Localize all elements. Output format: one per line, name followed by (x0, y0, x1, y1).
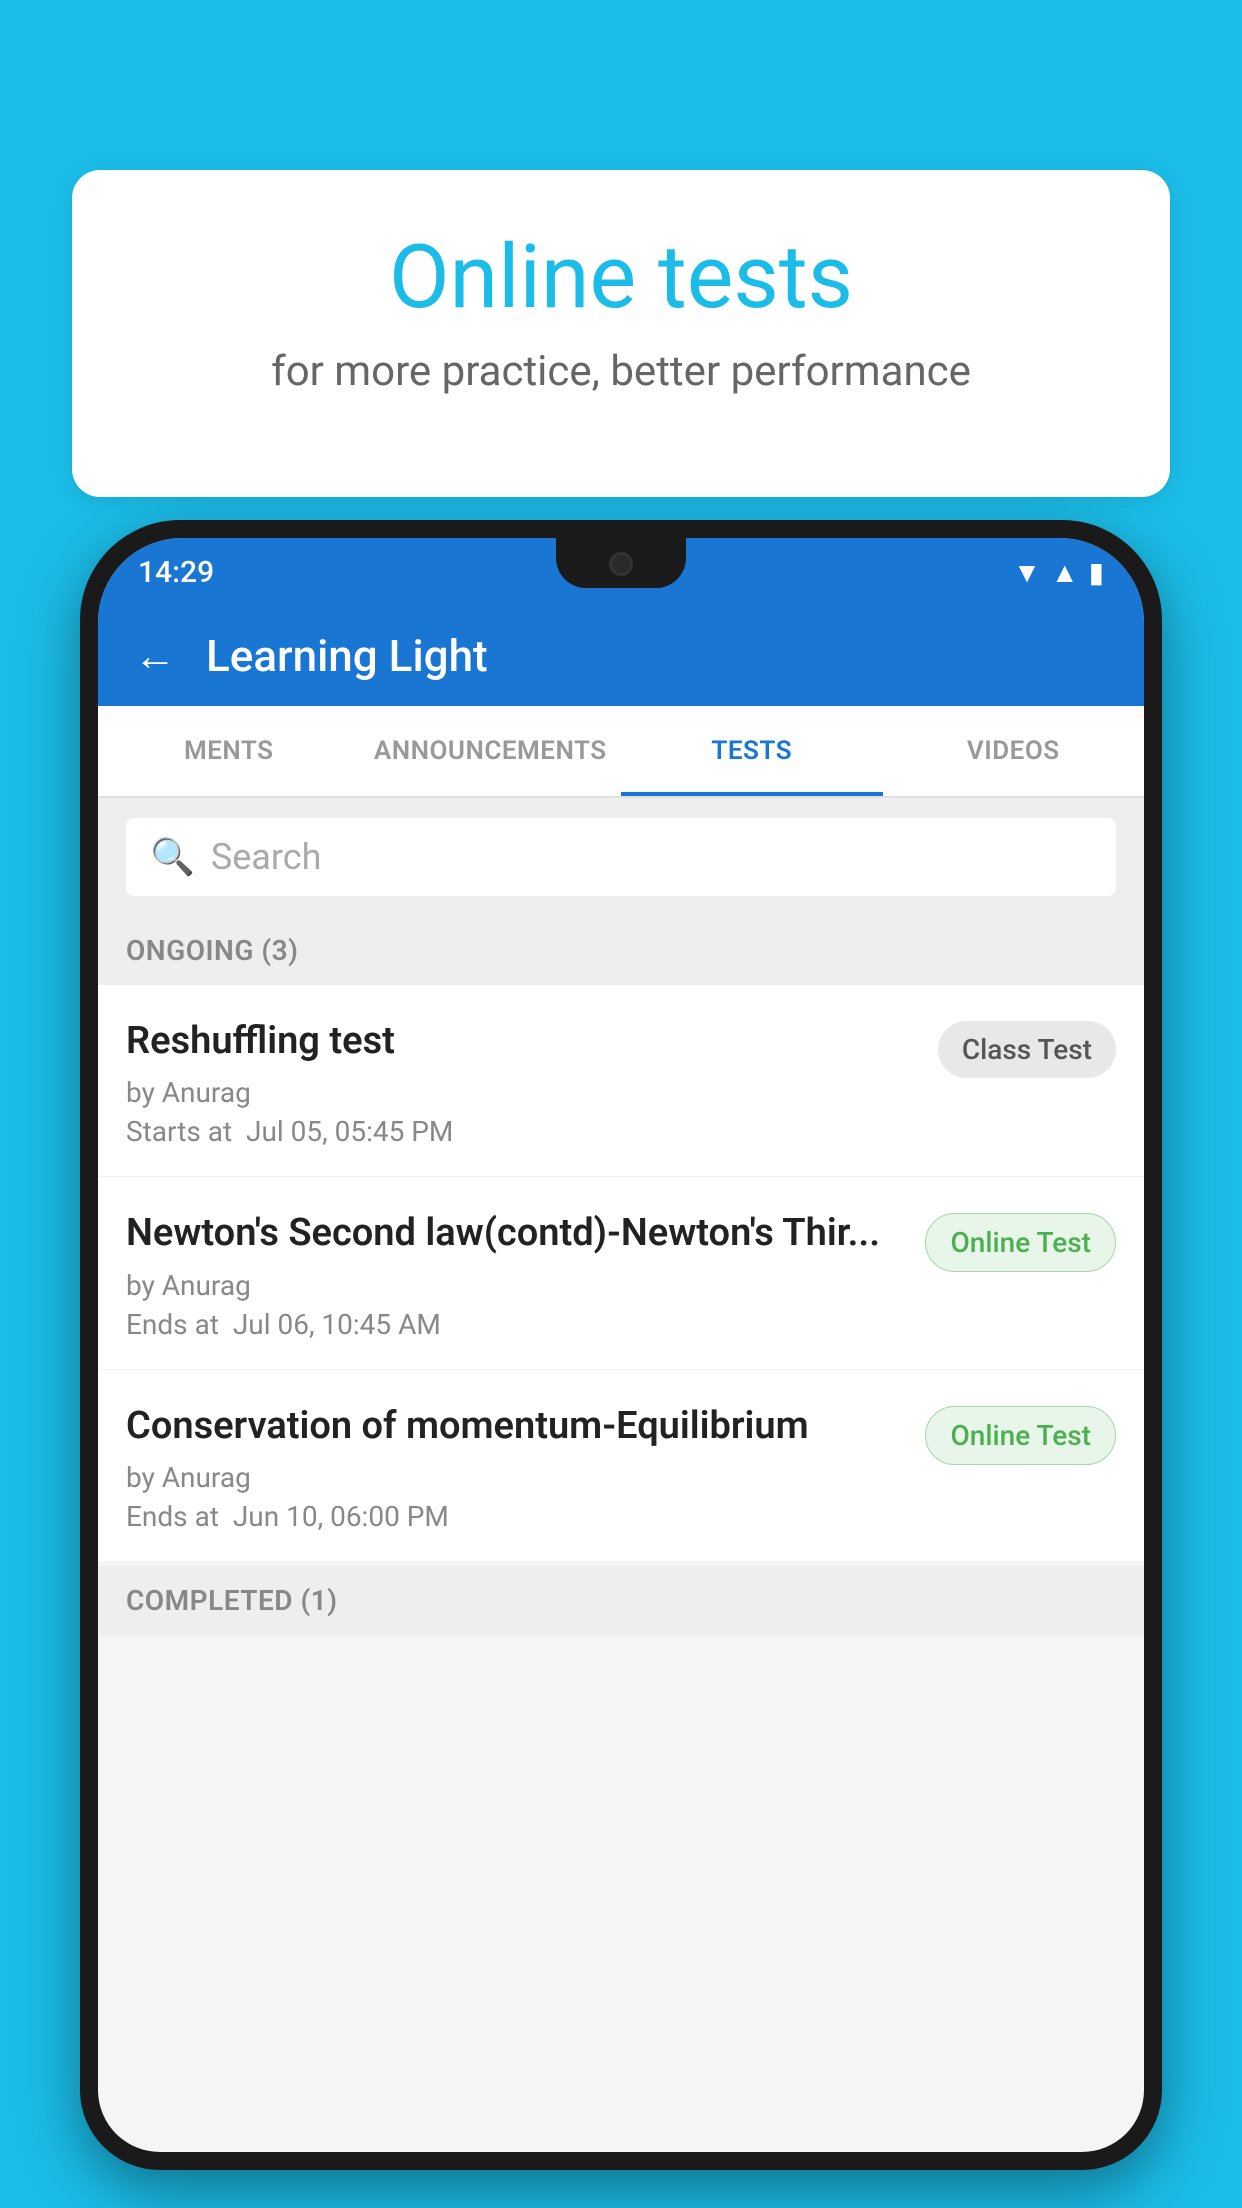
test-time-1: Starts at Jul 05, 05:45 PM (126, 1115, 918, 1148)
phone-screen: 14:29 ▼ ▲ ▮ ← Learning Light MENTS ANNOU… (98, 538, 1144, 2152)
test-item-3[interactable]: Conservation of momentum-Equilibrium by … (98, 1370, 1144, 1562)
tab-ments[interactable]: MENTS (98, 706, 360, 796)
status-time: 14:29 (138, 555, 214, 590)
test-info-3: Conservation of momentum-Equilibrium by … (126, 1402, 905, 1533)
speech-bubble: Online tests for more practice, better p… (72, 170, 1170, 497)
tab-videos[interactable]: VIDEOS (883, 706, 1145, 796)
test-author-1: by Anurag (126, 1076, 918, 1109)
camera-dot (609, 552, 633, 576)
test-list: Reshuffling test by Anurag Starts at Jul… (98, 985, 1144, 1562)
test-item-2[interactable]: Newton's Second law(contd)-Newton's Thir… (98, 1177, 1144, 1369)
test-time-2: Ends at Jul 06, 10:45 AM (126, 1308, 905, 1341)
phone-frame: 14:29 ▼ ▲ ▮ ← Learning Light MENTS ANNOU… (80, 520, 1162, 2170)
test-badge-1: Class Test (938, 1021, 1116, 1078)
completed-section-header: COMPLETED (1) (98, 1566, 1144, 1635)
signal-icon: ▲ (1051, 556, 1079, 589)
test-name-2: Newton's Second law(contd)-Newton's Thir… (126, 1209, 905, 1258)
search-bar[interactable]: 🔍 Search (126, 818, 1116, 896)
test-badge-3: Online Test (925, 1406, 1116, 1465)
wifi-icon: ▼ (1013, 556, 1041, 589)
completed-section-title: COMPLETED (1) (126, 1584, 338, 1617)
back-button[interactable]: ← (134, 632, 176, 681)
test-author-2: by Anurag (126, 1269, 905, 1302)
bubble-subtitle: for more practice, better performance (122, 347, 1120, 396)
phone-notch (556, 538, 686, 588)
test-author-3: by Anurag (126, 1461, 905, 1494)
search-icon: 🔍 (150, 836, 195, 878)
test-time-3: Ends at Jun 10, 06:00 PM (126, 1500, 905, 1533)
app-header: ← Learning Light (98, 606, 1144, 706)
tab-tests[interactable]: TESTS (621, 706, 883, 796)
ongoing-section-title: ONGOING (3) (126, 934, 298, 967)
battery-icon: ▮ (1089, 556, 1104, 589)
search-placeholder: Search (211, 836, 322, 878)
test-badge-2: Online Test (925, 1213, 1116, 1272)
bubble-title: Online tests (122, 230, 1120, 327)
tab-announcements[interactable]: ANNOUNCEMENTS (360, 706, 622, 796)
test-info-2: Newton's Second law(contd)-Newton's Thir… (126, 1209, 905, 1340)
test-info-1: Reshuffling test by Anurag Starts at Jul… (126, 1017, 918, 1148)
test-name-1: Reshuffling test (126, 1017, 918, 1066)
ongoing-section-header: ONGOING (3) (98, 916, 1144, 985)
phone-wrapper: 14:29 ▼ ▲ ▮ ← Learning Light MENTS ANNOU… (80, 520, 1162, 2208)
speech-bubble-container: Online tests for more practice, better p… (72, 170, 1170, 497)
search-container: 🔍 Search (98, 798, 1144, 916)
test-item-1[interactable]: Reshuffling test by Anurag Starts at Jul… (98, 985, 1144, 1177)
tab-bar: MENTS ANNOUNCEMENTS TESTS VIDEOS (98, 706, 1144, 798)
status-icons: ▼ ▲ ▮ (1013, 556, 1104, 589)
test-name-3: Conservation of momentum-Equilibrium (126, 1402, 905, 1451)
app-title: Learning Light (206, 630, 488, 682)
